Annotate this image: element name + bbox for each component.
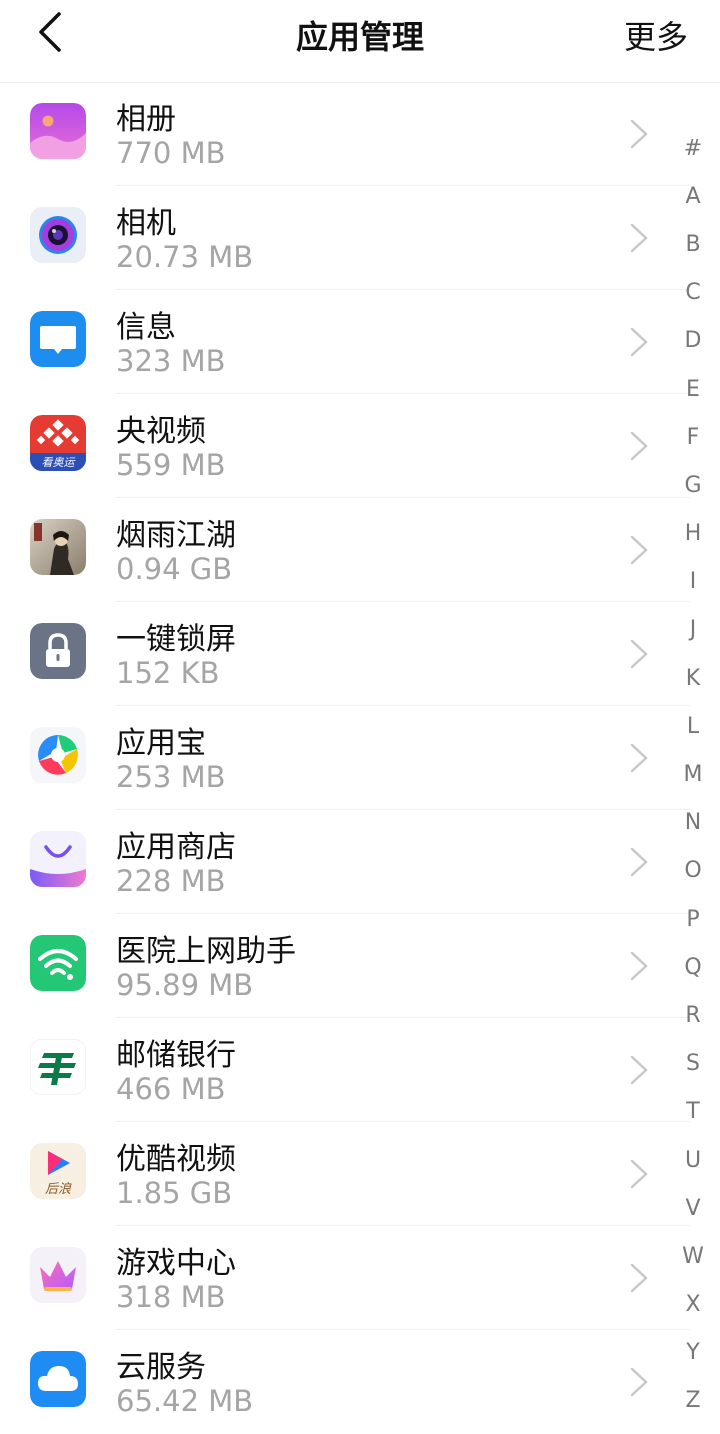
camera-icon [30,207,86,263]
app-row[interactable]: 医院上网助手 95.89 MB [0,914,720,1018]
chevron-right-icon [630,847,648,877]
app-row[interactable]: 云服务 65.42 MB [0,1330,720,1434]
index-letter[interactable]: X [676,1281,710,1329]
index-letter[interactable]: Q [676,943,710,991]
index-letter[interactable]: C [676,269,710,317]
app-treasure-icon [30,727,86,783]
wifi-icon [30,935,86,991]
index-letter[interactable]: G [676,461,710,509]
app-size: 559 MB [116,448,226,482]
app-name: 应用商店 [116,830,236,865]
app-row[interactable]: 游戏中心 318 MB [0,1226,720,1330]
cctv-icon-text: 看奥运 [42,456,77,469]
app-store-icon [30,831,86,887]
game-yanyu-icon [30,519,86,575]
chevron-right-icon [630,327,648,357]
app-row[interactable]: 邮储银行 466 MB [0,1018,720,1122]
chevron-right-icon [630,1055,648,1085]
app-size: 95.89 MB [116,968,254,1002]
index-letter[interactable]: O [676,847,710,895]
index-letter[interactable]: I [676,558,710,606]
album-icon [30,103,86,159]
index-letter[interactable]: Z [676,1377,710,1425]
app-size: 152 KB [116,656,220,690]
app-size: 253 MB [116,760,226,794]
index-letter[interactable]: J [676,606,710,654]
app-size: 0.94 GB [116,552,233,586]
index-letter[interactable]: M [676,750,710,798]
app-name: 信息 [116,310,176,345]
chevron-right-icon [630,119,648,149]
app-row[interactable]: 信息 323 MB [0,290,720,394]
index-letter[interactable]: L [676,702,710,750]
app-name: 优酷视频 [116,1142,236,1177]
index-letter[interactable]: N [676,799,710,847]
index-letter[interactable]: B [676,220,710,268]
chevron-right-icon [630,431,648,461]
app-row[interactable]: 一键锁屏 152 KB [0,602,720,706]
app-size: 20.73 MB [116,240,254,274]
app-size: 770 MB [116,136,226,170]
app-name: 相册 [116,102,176,137]
postal-bank-icon [30,1039,86,1095]
app-name: 烟雨江湖 [116,518,236,553]
index-letter[interactable]: F [676,413,710,461]
index-letter[interactable]: W [676,1232,710,1280]
index-letter[interactable]: E [676,365,710,413]
app-row[interactable]: 烟雨江湖 0.94 GB [0,498,720,602]
app-size: 65.42 MB [116,1384,254,1418]
app-name: 一键锁屏 [116,622,236,657]
index-letter[interactable]: P [676,895,710,943]
chevron-right-icon [630,1367,648,1397]
index-letter[interactable]: U [676,1136,710,1184]
app-list: 相册 770 MB 相机 20.73 MB 信息 323 MB 看奥运 央视频 … [0,82,720,1434]
app-row[interactable]: 看奥运 央视频 559 MB [0,394,720,498]
message-icon [30,311,86,367]
index-letter[interactable]: K [676,654,710,702]
game-center-icon [30,1247,86,1303]
app-row[interactable]: 应用宝 253 MB [0,706,720,810]
lock-icon [30,623,86,679]
index-letter[interactable]: D [676,317,710,365]
app-size: 466 MB [116,1072,226,1106]
index-letter[interactable]: V [676,1184,710,1232]
app-size: 1.85 GB [116,1176,233,1210]
app-row[interactable]: 相册 770 MB [0,82,720,186]
app-name: 邮储银行 [116,1038,236,1073]
app-name: 游戏中心 [116,1246,236,1281]
index-letter[interactable]: S [676,1040,710,1088]
app-name: 相机 [116,206,176,241]
chevron-right-icon [630,1159,648,1189]
chevron-right-icon [630,1263,648,1293]
index-letter[interactable]: R [676,991,710,1039]
chevron-right-icon [630,639,648,669]
chevron-right-icon [630,951,648,981]
app-size: 323 MB [116,344,226,378]
index-letter[interactable]: T [676,1088,710,1136]
cctv-video-icon: 看奥运 [30,415,86,471]
app-row[interactable]: 后浪 优酷视频 1.85 GB [0,1122,720,1226]
index-letter[interactable]: A [676,172,710,220]
youku-icon: 后浪 [30,1143,86,1199]
more-button[interactable]: 更多 [624,12,688,58]
index-letter[interactable]: # [676,124,710,172]
app-name: 应用宝 [116,726,206,761]
youku-icon-text: 后浪 [45,1181,72,1197]
app-name: 云服务 [116,1350,206,1385]
app-name: 央视频 [116,414,206,449]
index-letter[interactable]: H [676,510,710,558]
app-name: 医院上网助手 [116,934,296,969]
page-title: 应用管理 [295,18,424,56]
app-size: 318 MB [116,1280,226,1314]
chevron-right-icon [630,223,648,253]
chevron-right-icon [630,535,648,565]
app-row[interactable]: 相机 20.73 MB [0,186,720,290]
cloud-icon [30,1351,86,1407]
app-row[interactable]: 应用商店 228 MB [0,810,720,914]
index-letter[interactable]: Y [676,1329,710,1377]
alphabet-index[interactable]: # A B C D E F G H I J K L M N O P Q R S … [676,124,710,1425]
app-size: 228 MB [116,864,226,898]
chevron-right-icon [630,743,648,773]
top-bar: 应用管理 更多 [0,0,720,83]
